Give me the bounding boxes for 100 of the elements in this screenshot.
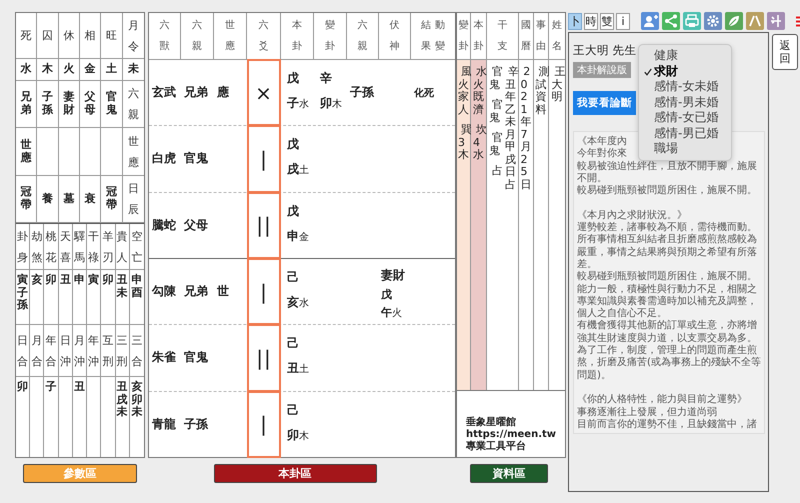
column-header: 月合 [31, 332, 42, 370]
cell-text: 寅子孫 [17, 274, 28, 312]
cell-text: 卯 [17, 381, 28, 394]
cell-text: 父母 [184, 216, 208, 234]
menu-item[interactable]: 健康 [639, 48, 731, 64]
cell-text: 應 [217, 84, 229, 102]
column-header: 國曆 [521, 19, 531, 54]
cell-text: 官鬼 [489, 66, 500, 91]
cell-text: 丑戌未 [116, 381, 128, 419]
share-icon[interactable] [662, 12, 680, 30]
cell-text: 墓 [63, 192, 74, 206]
cell-text: 戊 [287, 70, 299, 87]
cell-text: 玄武 [152, 84, 176, 102]
column-header: 旺 [106, 28, 117, 44]
menu-item[interactable]: 感情-女已婚 [639, 110, 731, 126]
tab[interactable]: 時 [584, 12, 598, 30]
peak-icon[interactable] [746, 12, 764, 30]
text-line: 為了工作，制度，管理上的問題而產生煎 [577, 345, 757, 356]
cell-text: 巽3木 [458, 124, 469, 162]
cell-text: 戊 [381, 286, 392, 302]
tab[interactable]: i [616, 12, 630, 30]
cell-text: 兄弟 [20, 91, 32, 117]
printer-icon[interactable] [683, 12, 701, 30]
column-header: 姓名 [552, 19, 562, 54]
cell-text: 占 [490, 165, 500, 178]
person-add-icon[interactable] [641, 12, 659, 30]
cell-text: 申酉 [131, 274, 142, 300]
text-line: 目前而言你的運勢不佳，且缺錢當中，諸 [577, 418, 757, 432]
column-header: 相 [84, 28, 96, 44]
text-line: 今年對你來 [577, 148, 627, 160]
column-header: 貴人 [116, 228, 128, 266]
cell-text: 土 [106, 63, 117, 76]
text-line: 運勢較差，諸事較為不順，需待機而動。 [577, 222, 757, 234]
cell-text: 官鬼 [184, 150, 208, 168]
text-line: 強其生財速度與力道，以支票交易為多。 [577, 332, 757, 344]
column-header: 三刑 [116, 332, 128, 370]
footer-text: 垂象星曜館 [466, 417, 517, 429]
client-name: 王大明 先生 [573, 43, 637, 58]
text-line: 個人之自信心不足。 [577, 308, 667, 320]
menu-item[interactable]: 感情-女未婚 [639, 79, 731, 94]
menu-item[interactable]: 感情-男已婚 [639, 126, 731, 141]
cell-text: 申 [74, 274, 85, 287]
column-header: 干支 [498, 19, 508, 54]
cell-text: 子孫 [184, 416, 208, 433]
text-line: 問題)。 [577, 370, 611, 382]
cell-text: 父母 [84, 91, 96, 117]
column-header: 變卦 [325, 18, 335, 54]
column-header: 動變 [435, 19, 445, 54]
view-reading-button[interactable]: 我要看論斷 [573, 91, 636, 115]
cell-text: 木 [42, 63, 53, 76]
text-line: 《本年度內 [577, 136, 627, 148]
cell-text: 世應 [20, 138, 32, 164]
check-icon [644, 68, 652, 76]
area-button[interactable]: 資料區 [470, 464, 548, 483]
column-header: 桃花 [46, 228, 57, 266]
area-button[interactable]: 本卦區 [214, 464, 376, 483]
cell-text: 兄弟 [184, 283, 208, 300]
menu-item[interactable]: 感情-男未婚 [639, 94, 731, 110]
gear-icon[interactable] [704, 12, 722, 30]
cell-text: 官鬼 [184, 349, 208, 366]
column-header: 休 [63, 28, 74, 44]
column-header: 日合 [17, 332, 28, 370]
column-header: 劫煞 [31, 228, 42, 266]
cell-text: 丑未 [116, 274, 128, 300]
cell-text: 水 [20, 63, 32, 76]
cell-text: 水火既濟 [473, 66, 484, 116]
text-line: 嚴重，事情之結果將與預期之希望有所落 [577, 246, 757, 259]
column-header: 本卦 [474, 18, 484, 54]
text-line: 較易碰到瓶頸被問題所困住，施展不開。 [577, 271, 757, 284]
line-symbol: | [260, 146, 268, 171]
cell-text: 官鬼 [489, 132, 500, 156]
cross-icon[interactable] [767, 12, 785, 30]
column-header: 干祿 [88, 228, 100, 266]
cell-text: 官鬼 [106, 91, 117, 117]
line-symbol: | [260, 280, 268, 304]
column-header: 月令 [128, 18, 139, 54]
tab[interactable]: 雙 [600, 12, 614, 30]
text-line: 較易碰到瓶頸被問題所困住，施展不開。 [577, 185, 757, 198]
column-header: 六親 [358, 18, 368, 54]
text-line: 差。 [577, 258, 597, 271]
column-header: 年合 [46, 332, 57, 370]
cell-text: 己 [287, 268, 299, 286]
column-header: 結果 [421, 19, 431, 54]
leaf-icon[interactable] [725, 12, 743, 30]
row-label: 日辰 [128, 181, 139, 218]
column-header: 世應 [225, 18, 235, 54]
column-header: 三合 [131, 332, 142, 370]
cell-text: 辛丑年乙未月甲戌日占 [505, 66, 516, 191]
footer-text: https://meen.tw [466, 429, 558, 440]
tab[interactable]: 卜 [568, 12, 582, 30]
line-symbol: | [260, 412, 268, 436]
cell-text: 衰 [84, 192, 96, 206]
back-button[interactable]: 返回 [772, 34, 798, 70]
cell-text: 金 [84, 63, 96, 76]
cell-text: 官鬼 [489, 99, 500, 124]
menu-item[interactable]: 求財 [639, 64, 731, 79]
text-line: 能力一般，積極性與行動力不足，相關之 [577, 284, 757, 296]
cell-text: 2021年7月25日 [520, 66, 532, 191]
column-header: 羊刃 [102, 228, 114, 266]
menu-item[interactable]: 職場 [639, 141, 731, 156]
